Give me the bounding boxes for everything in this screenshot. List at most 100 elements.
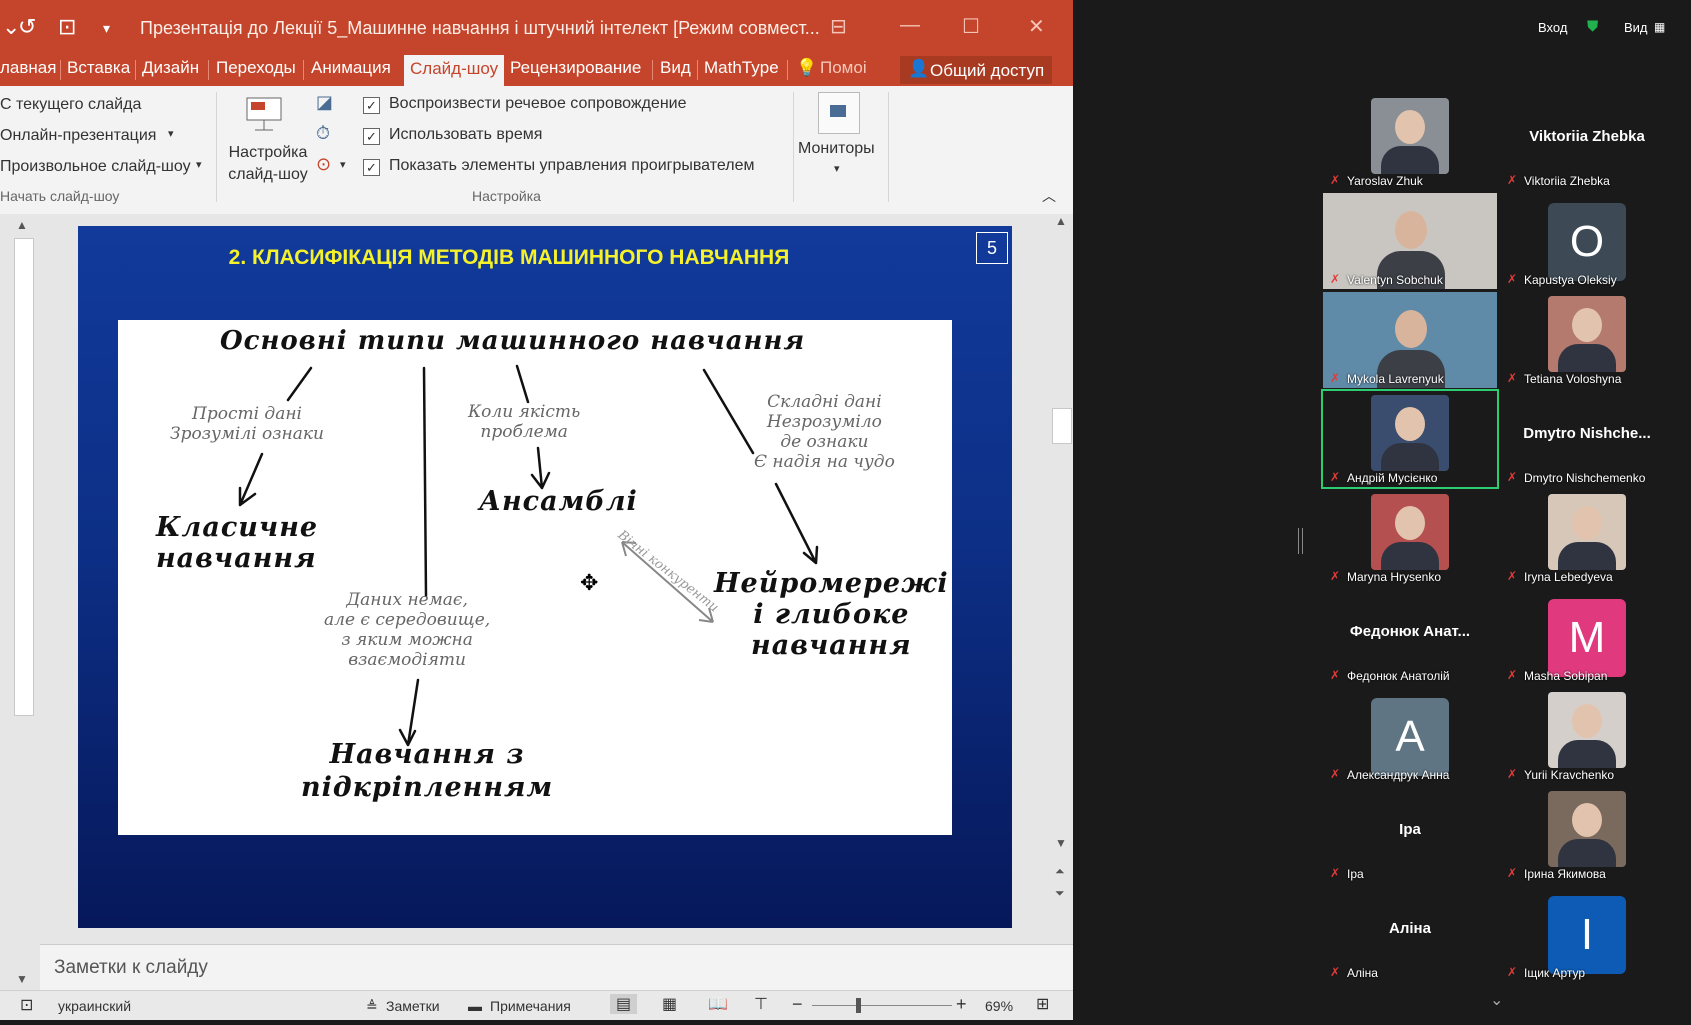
muted-mic-icon: ✗ <box>1507 767 1518 781</box>
checkbox-narration[interactable]: ✓ <box>363 97 380 114</box>
maximize-icon[interactable]: ☐ <box>962 14 980 39</box>
person-silhouette <box>1572 704 1602 738</box>
minimize-icon[interactable]: — <box>900 14 920 37</box>
participant-avatar: O <box>1548 203 1626 281</box>
zoom-slider-handle[interactable] <box>856 998 861 1013</box>
slide-scrollbar[interactable]: ▲ ▼ ⏶ ⏷ <box>1050 214 1072 934</box>
tab-slideshow[interactable]: Слайд-шоу <box>404 55 505 87</box>
scrollbar-thumb[interactable] <box>1052 408 1072 444</box>
share-button[interactable]: 👤 Общий доступ <box>900 56 1052 84</box>
tab-view[interactable]: Вид <box>660 58 691 78</box>
participant-tile[interactable]: Іра ✗ Іра <box>1323 787 1497 883</box>
muted-mic-icon: ✗ <box>1330 866 1341 880</box>
checkbox-media-controls[interactable]: ✓ <box>363 159 380 176</box>
chevron-down-icon[interactable]: ⌄ <box>1490 990 1503 1010</box>
notes-placeholder[interactable]: Заметки к слайду <box>54 957 208 979</box>
participant-tile[interactable]: ✗ Yurii Kravchenko <box>1500 688 1674 784</box>
participant-tile[interactable]: Dmytro Nishche... ✗ Dmytro Nishchemenko <box>1500 391 1674 487</box>
notes-button[interactable]: Заметки <box>386 998 440 1014</box>
participant-tile[interactable]: O ✗ Kapustya Oleksiy <box>1500 193 1674 289</box>
redo-icon[interactable]: ↺ <box>18 14 36 40</box>
zoom-level[interactable]: 69% <box>985 998 1013 1014</box>
monitors-button[interactable]: Мониторы ▾ <box>796 88 888 184</box>
shield-icon[interactable]: ⛊ <box>1587 18 1598 35</box>
online-presentation-button[interactable]: Онлайн-презентация <box>0 127 156 145</box>
chevron-down-icon[interactable]: ▾ <box>340 158 346 171</box>
slide-notes[interactable]: Заметки к слайду <box>40 944 1073 993</box>
hide-slide-icon[interactable]: ◪ <box>316 92 333 113</box>
comments-icon[interactable]: ▬ <box>468 998 482 1014</box>
fit-to-window-icon[interactable]: ⊞ <box>1036 994 1049 1014</box>
tab-help[interactable]: Помоi <box>820 58 867 78</box>
login-button[interactable]: Вход <box>1538 20 1567 35</box>
thumbnail-scrollbar[interactable]: ▲ ▼ <box>12 218 38 988</box>
setup-slideshow-button[interactable]: Настройка слайд-шоу <box>222 90 308 186</box>
notes-icon[interactable]: ≜ <box>366 998 378 1015</box>
participant-tile[interactable]: Viktoriia Zhebka ✗ Viktoriia Zhebka <box>1500 94 1674 190</box>
reading-view-icon[interactable]: 📖 <box>708 994 728 1014</box>
panel-resize-handle[interactable] <box>1298 528 1303 554</box>
participant-tile[interactable]: M ✗ Masha Sobipan <box>1500 589 1674 685</box>
zoom-in-icon[interactable]: + <box>956 994 967 1015</box>
tab-mathtype[interactable]: MathType <box>704 58 779 78</box>
grid-view-icon[interactable]: ▦ <box>1654 20 1665 34</box>
participant-tile[interactable]: ✗ Mykola Lavrenyuk <box>1323 292 1497 388</box>
comments-button[interactable]: Примечания <box>490 998 571 1014</box>
next-slide-icon[interactable]: ⏷ <box>1055 886 1065 901</box>
tell-me-icon[interactable]: 💡 <box>796 58 817 78</box>
from-current-slide-button[interactable]: С текущего слайда <box>0 96 141 114</box>
participant-tile[interactable]: Федонюк Анат... ✗ Федонюк Анатолій <box>1323 589 1497 685</box>
chevron-down-icon[interactable]: ▾ <box>196 158 202 171</box>
close-icon[interactable]: ✕ <box>1028 14 1045 39</box>
participant-tile[interactable]: ✗ Ірина Якимова <box>1500 787 1674 883</box>
scroll-up-icon[interactable]: ▲ <box>16 218 28 232</box>
person-body <box>1558 839 1616 867</box>
slideshow-from-start-icon[interactable]: ⊡ <box>58 14 76 40</box>
participant-name: Андрій Мусієнко <box>1347 471 1438 485</box>
slide-sorter-icon[interactable]: ▦ <box>662 994 677 1014</box>
chevron-down-icon[interactable]: ▾ <box>168 127 174 140</box>
tab-review[interactable]: Рецензирование <box>510 58 641 78</box>
tab-home[interactable]: лавная <box>0 58 56 78</box>
participant-tile[interactable]: I ✗ Іщик Артур <box>1500 886 1674 982</box>
record-slideshow-icon[interactable]: ⊙ <box>316 154 331 175</box>
tab-design[interactable]: Дизайн <box>142 58 199 78</box>
zoom-slider[interactable] <box>812 998 952 1013</box>
spelling-icon[interactable]: ⊡ <box>20 995 33 1015</box>
tab-animation[interactable]: Анимация <box>311 58 391 78</box>
slide-canvas[interactable]: 2. КЛАСИФІКАЦІЯ МЕТОДІВ МАШИННОГО НАВЧАН… <box>78 226 1012 928</box>
language-indicator[interactable]: украинский <box>58 998 131 1014</box>
participant-tile[interactable]: ✗ Yaroslav Zhuk <box>1323 94 1497 190</box>
scrollbar-thumb[interactable] <box>14 238 34 716</box>
normal-view-icon[interactable]: ▤ <box>610 994 638 1014</box>
slideshow-view-icon[interactable]: ⊤ <box>754 994 768 1014</box>
mouse-cursor-icon: ✥ <box>580 570 599 595</box>
customize-toolbar-icon[interactable]: ▾ <box>103 20 110 37</box>
participant-tile[interactable]: Аліна ✗ Аліна <box>1323 886 1497 982</box>
tab-insert[interactable]: Вставка <box>67 58 130 78</box>
scroll-down-icon[interactable]: ▼ <box>16 972 28 986</box>
scroll-up-icon[interactable]: ▲ <box>1055 214 1067 228</box>
collapse-ribbon-icon[interactable]: ︿ <box>1042 186 1056 206</box>
participant-tile[interactable]: ✗ Tetiana Voloshyna <box>1500 292 1674 388</box>
custom-slideshow-button[interactable]: Произвольное слайд-шоу <box>0 158 191 176</box>
view-button[interactable]: Вид <box>1624 20 1648 35</box>
participant-tile[interactable]: A ✗ Александрук Анна <box>1323 688 1497 784</box>
scroll-down-icon[interactable]: ▼ <box>1055 836 1067 850</box>
tab-transitions[interactable]: Переходы <box>216 58 296 78</box>
muted-mic-icon: ✗ <box>1330 272 1341 286</box>
person-silhouette <box>1395 407 1425 441</box>
participant-tile[interactable]: ✗ Maryna Hrysenko <box>1323 490 1497 586</box>
participant-tile[interactable]: ✗ Iryna Lebedyeva <box>1500 490 1674 586</box>
participant-photo <box>1548 494 1626 570</box>
participant-name: Іра <box>1347 867 1364 881</box>
ribbon-display-icon[interactable]: ⊟ <box>830 14 847 39</box>
checkbox-use-timings[interactable]: ✓ <box>363 128 380 145</box>
participant-name: Dmytro Nishchemenko <box>1524 471 1646 485</box>
participant-tile[interactable]: ✗ Андрій Мусієнко <box>1321 389 1499 489</box>
participant-tile[interactable]: ✗ Valentyn Sobchuk <box>1323 193 1497 289</box>
zoom-out-icon[interactable]: − <box>792 994 803 1015</box>
participant-name: Федонюк Анатолій <box>1347 669 1450 683</box>
previous-slide-icon[interactable]: ⏶ <box>1055 864 1065 879</box>
rehearse-timings-icon[interactable]: ⏱ <box>316 123 330 144</box>
